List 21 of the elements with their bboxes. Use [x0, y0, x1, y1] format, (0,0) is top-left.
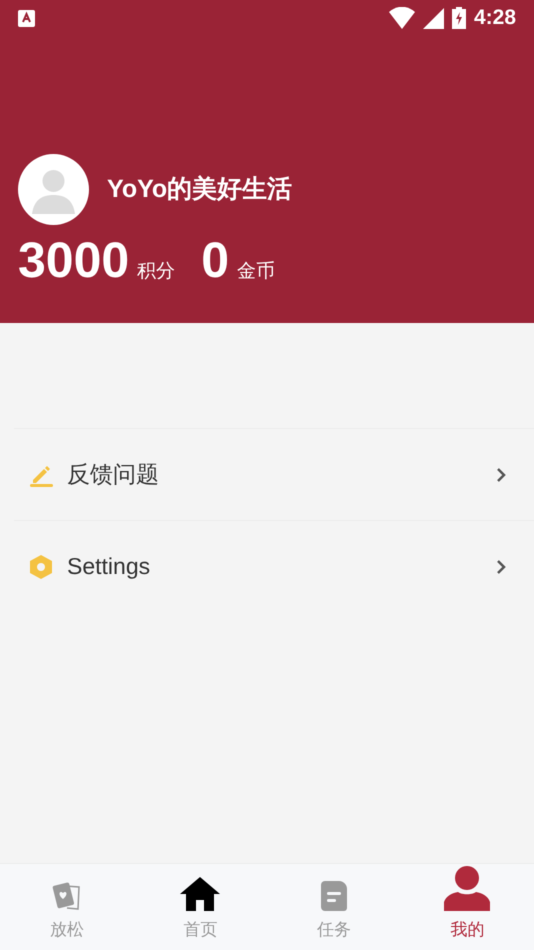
stat-value: 0	[201, 235, 230, 285]
nav-tab[interactable]: 我的	[400, 864, 534, 950]
stat-value: 3000	[18, 235, 130, 285]
menu-item[interactable]: Settings	[0, 521, 534, 612]
person-icon	[444, 866, 490, 910]
cards-icon	[50, 880, 83, 910]
battery-icon	[452, 7, 466, 29]
clock-time: 4:28	[474, 5, 516, 32]
menu-item[interactable]: 反馈问题	[0, 429, 534, 520]
stat-unit: 积分	[137, 260, 176, 284]
settings-icon	[29, 554, 53, 580]
signal-icon	[422, 8, 444, 28]
app-notification-icon	[18, 10, 35, 26]
home-icon	[180, 876, 220, 910]
chevron-right-icon	[496, 466, 506, 482]
wifi-icon	[388, 7, 415, 29]
avatar[interactable]	[18, 154, 89, 225]
chevron-right-icon	[496, 558, 506, 574]
document-icon	[320, 880, 347, 910]
stat-unit: 金币	[237, 260, 276, 284]
user-name: YoYo的美好生活	[107, 174, 292, 205]
